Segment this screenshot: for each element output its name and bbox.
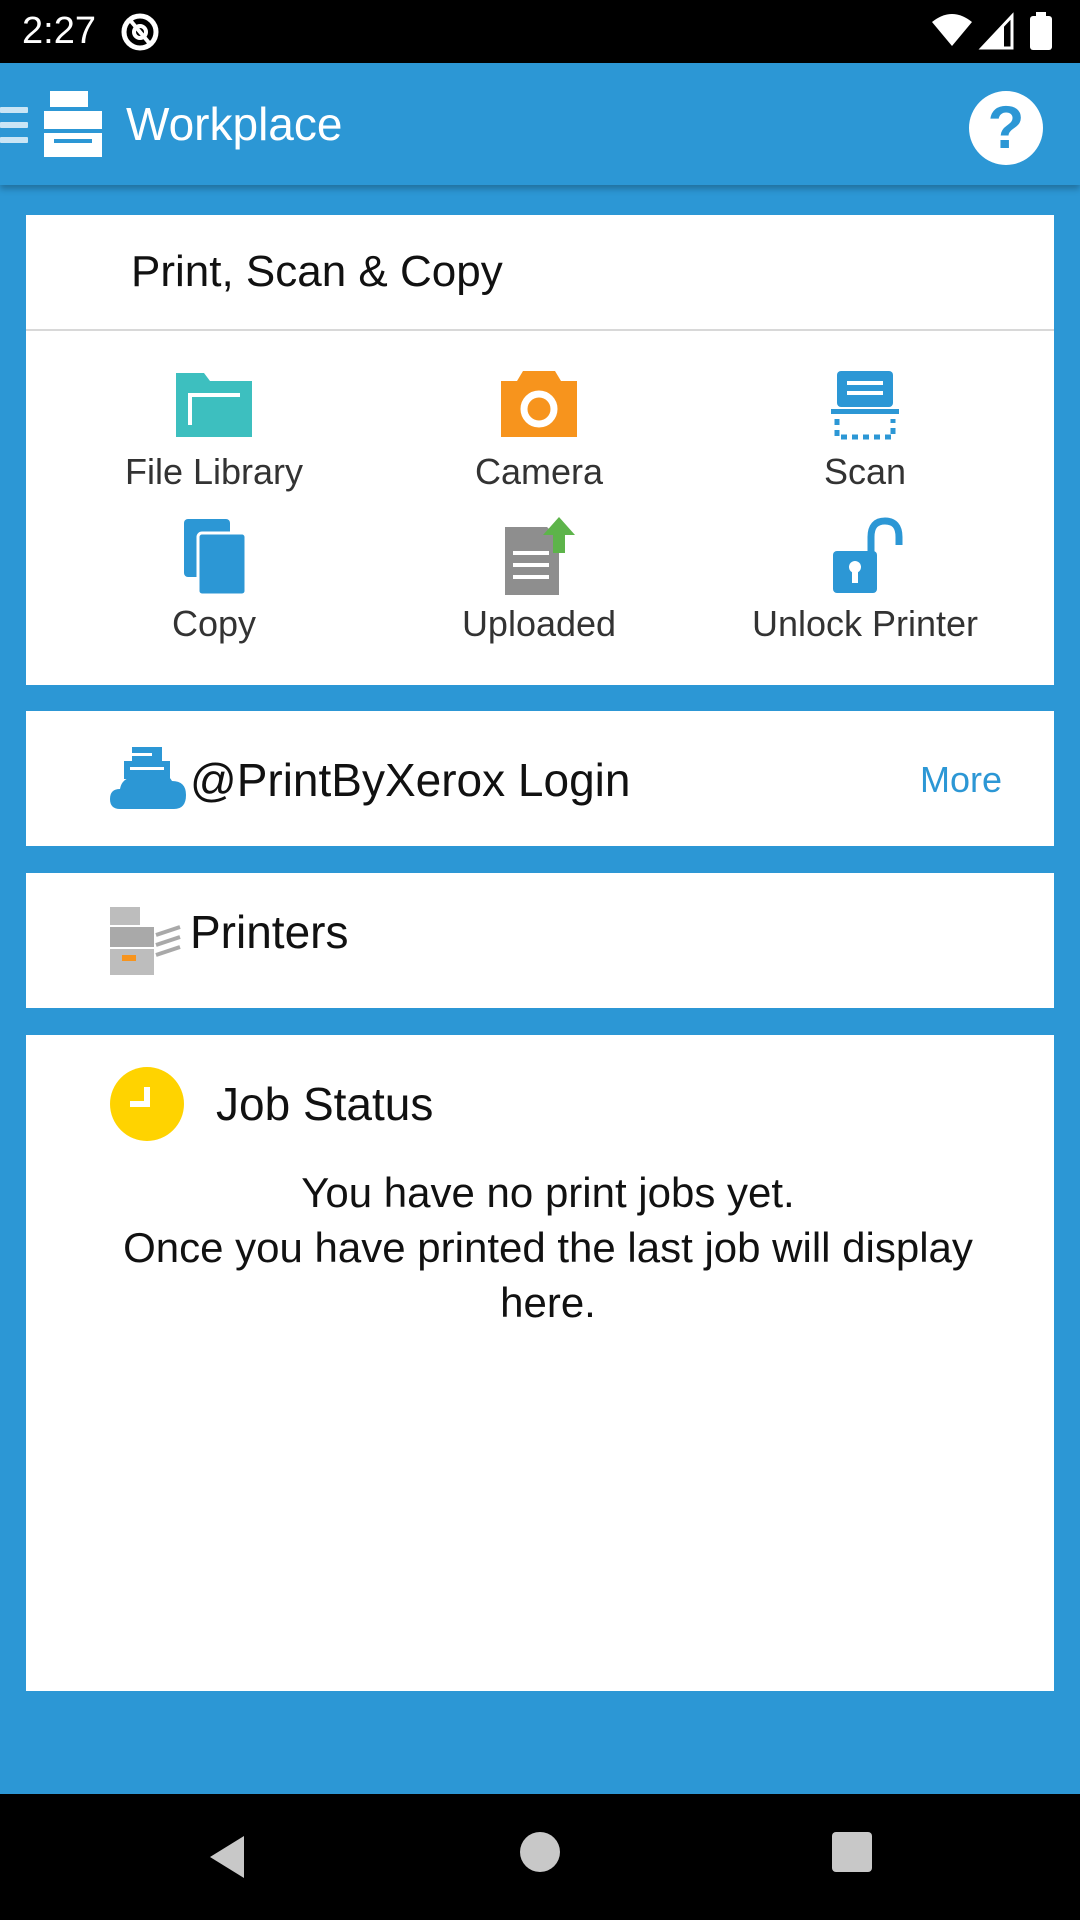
tile-label: Unlock Printer [751,603,979,644]
status-time: 2:27 [22,10,96,52]
app-bar: Workplace ? [0,63,1080,185]
scan-tile[interactable]: Scan [705,365,1025,515]
uploaded-tile[interactable]: Uploaded [379,517,699,667]
printer-icon [110,907,181,975]
clock-icon [110,1067,184,1141]
more-link[interactable]: More [920,759,1002,801]
camera-icon [501,371,577,437]
printers-card[interactable]: Printers [26,873,1054,1008]
wifi-icon [932,14,972,46]
copy-icon [184,519,248,597]
printers-label: Printers [190,906,349,958]
copy-tile[interactable]: Copy [54,517,374,667]
unlock-icon [833,517,903,593]
job-status-card: Job Status You have no print jobs yet. O… [26,1035,1054,1691]
signal-icon [978,12,1014,50]
scanner-icon [831,371,899,440]
recent-apps-icon[interactable] [832,1832,872,1872]
system-nav-bar [0,1794,1080,1920]
workplace-logo-icon [44,91,102,157]
print-scan-copy-card: Print, Scan & Copy File Library Camera S… [26,215,1054,685]
divider [26,329,1054,331]
camera-tile[interactable]: Camera [379,365,699,515]
tile-label: Uploaded [461,603,617,644]
print-by-xerox-login-card[interactable]: @PrintByXerox Login More [26,711,1054,846]
back-icon[interactable] [206,1832,256,1882]
tile-label: Copy [171,603,257,644]
at-sign-icon [121,13,159,51]
home-icon[interactable] [520,1832,560,1872]
tile-label: Scan [823,451,907,492]
message-line: Once you have printed the last job will … [123,1224,973,1326]
status-icons [932,12,1052,50]
tile-label: Camera [474,451,604,492]
section-title: Print, Scan & Copy [131,247,503,296]
app-title: Workplace [126,98,343,150]
job-status-title: Job Status [216,1078,434,1130]
unlock-printer-tile[interactable]: Unlock Printer [705,517,1025,667]
message-line: You have no print jobs yet. [301,1169,795,1216]
tile-label: File Library [124,451,304,492]
battery-icon [1030,12,1052,50]
help-button[interactable]: ? [969,91,1043,165]
upload-document-icon [505,517,575,595]
cloud-print-icon [110,747,186,809]
login-label: @PrintByXerox Login [190,754,631,806]
folder-icon [176,373,252,437]
menu-icon[interactable] [0,107,28,143]
status-bar: 2:27 [0,0,1080,63]
job-status-message: You have no print jobs yet. Once you hav… [118,1165,978,1330]
file-library-tile[interactable]: File Library [54,365,374,515]
